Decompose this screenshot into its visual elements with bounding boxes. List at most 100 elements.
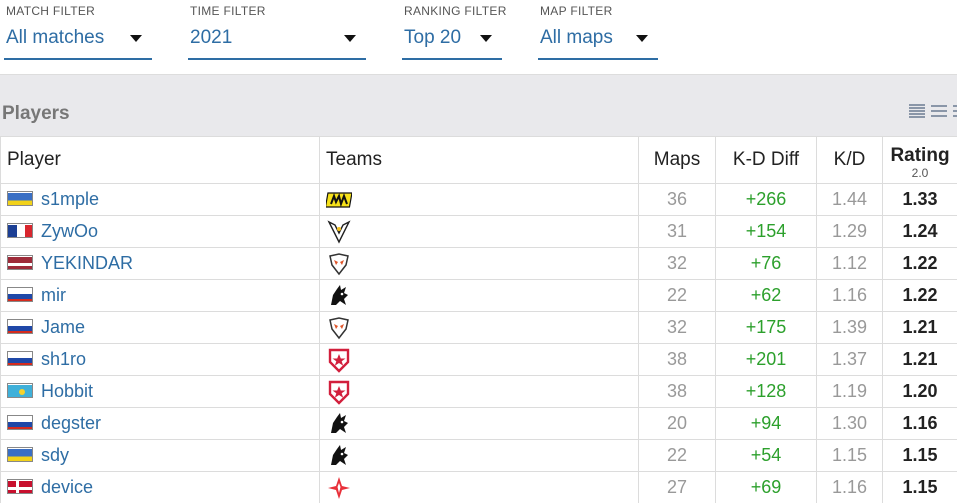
latvia-flag-icon bbox=[7, 255, 33, 270]
maps-cell: 38 bbox=[638, 375, 716, 408]
rating-cell: 1.33 bbox=[882, 183, 957, 216]
kd-cell: 1.37 bbox=[816, 343, 883, 376]
chevron-down-icon[interactable] bbox=[636, 35, 648, 42]
match-filter-label: MATCH FILTER bbox=[6, 4, 96, 18]
maps-cell: 32 bbox=[638, 311, 716, 344]
maps-cell: 22 bbox=[638, 279, 716, 312]
kd-cell: 1.15 bbox=[816, 439, 883, 472]
player-name-link[interactable]: YEKINDAR bbox=[41, 253, 133, 273]
kd-diff-cell: +154 bbox=[715, 215, 817, 248]
time-filter[interactable]: TIME FILTER 2021 bbox=[184, 0, 374, 62]
match-filter-value[interactable]: All matches bbox=[6, 27, 104, 49]
kd-cell: 1.16 bbox=[816, 471, 883, 503]
table-row: sdy 22 +54 1.15 1.15 bbox=[0, 439, 957, 472]
maps-cell: 22 bbox=[638, 439, 716, 472]
table-row: degster 20 +94 1.30 1.16 bbox=[0, 407, 957, 440]
russia-flag-icon bbox=[7, 319, 33, 334]
kd-cell: 1.30 bbox=[816, 407, 883, 440]
kd-diff-cell: +69 bbox=[715, 471, 817, 503]
list-dense-icon[interactable] bbox=[909, 103, 925, 119]
kd-cell: 1.19 bbox=[816, 375, 883, 408]
player-cell[interactable]: sdy bbox=[0, 439, 320, 472]
team-cell bbox=[319, 343, 639, 376]
team-cell bbox=[319, 215, 639, 248]
column-header-rating[interactable]: Rating 2.0 bbox=[882, 136, 957, 184]
ranking-filter-underline bbox=[402, 58, 502, 60]
vitality-logo-icon[interactable] bbox=[326, 219, 352, 245]
spirit-logo-icon[interactable] bbox=[326, 443, 352, 469]
list-wide-icon[interactable] bbox=[953, 103, 957, 119]
ukraine-flag-icon bbox=[7, 447, 33, 462]
chevron-down-icon[interactable] bbox=[344, 35, 356, 42]
players-table: Player Teams Maps K-D Diff K/D Rating 2.… bbox=[0, 136, 957, 503]
player-name-link[interactable]: Jame bbox=[41, 317, 85, 337]
chevron-down-icon[interactable] bbox=[130, 35, 142, 42]
player-cell[interactable]: s1mple bbox=[0, 183, 320, 216]
column-header-player[interactable]: Player bbox=[0, 136, 320, 184]
player-name-link[interactable]: sdy bbox=[41, 445, 69, 465]
table-row: sh1ro 38 +201 1.37 1.21 bbox=[0, 343, 957, 376]
time-filter-underline bbox=[188, 58, 366, 60]
match-filter[interactable]: MATCH FILTER All matches bbox=[0, 0, 160, 62]
column-header-kd[interactable]: K/D bbox=[816, 136, 883, 184]
rating-cell: 1.15 bbox=[882, 439, 957, 472]
player-cell[interactable]: degster bbox=[0, 407, 320, 440]
kd-cell: 1.44 bbox=[816, 183, 883, 216]
player-cell[interactable]: sh1ro bbox=[0, 343, 320, 376]
player-name-link[interactable]: degster bbox=[41, 413, 101, 433]
gambit-logo-icon[interactable] bbox=[326, 379, 352, 405]
filter-bar: MATCH FILTER All matches TIME FILTER 202… bbox=[0, 0, 957, 74]
kd-diff-cell: +175 bbox=[715, 311, 817, 344]
map-filter-value[interactable]: All maps bbox=[540, 27, 613, 49]
player-name-link[interactable]: s1mple bbox=[41, 189, 99, 209]
table-row: Hobbit 38 +128 1.19 1.20 bbox=[0, 375, 957, 408]
player-cell[interactable]: YEKINDAR bbox=[0, 247, 320, 280]
table-row: ZywOo 31 +154 1.29 1.24 bbox=[0, 215, 957, 248]
table-header-row: Player Teams Maps K-D Diff K/D Rating 2.… bbox=[0, 136, 957, 184]
kd-diff-cell: +201 bbox=[715, 343, 817, 376]
ranking-filter-value[interactable]: Top 20 bbox=[404, 27, 461, 49]
column-header-maps[interactable]: Maps bbox=[638, 136, 716, 184]
astralis-logo-icon[interactable] bbox=[326, 475, 352, 501]
table-row: mir 22 +62 1.16 1.22 bbox=[0, 279, 957, 312]
list-medium-icon[interactable] bbox=[931, 103, 947, 119]
player-name-link[interactable]: device bbox=[41, 477, 93, 497]
rating-cell: 1.16 bbox=[882, 407, 957, 440]
france-flag-icon bbox=[7, 223, 33, 238]
ranking-filter-label: RANKING FILTER bbox=[404, 4, 507, 18]
rating-cell: 1.21 bbox=[882, 343, 957, 376]
kd-cell: 1.39 bbox=[816, 311, 883, 344]
player-name-link[interactable]: sh1ro bbox=[41, 349, 86, 369]
match-filter-underline bbox=[4, 58, 152, 60]
kd-diff-cell: +128 bbox=[715, 375, 817, 408]
ukraine-flag-icon bbox=[7, 191, 33, 206]
player-cell[interactable]: mir bbox=[0, 279, 320, 312]
rating-version-label: 2.0 bbox=[911, 166, 929, 180]
map-filter[interactable]: MAP FILTER All maps bbox=[534, 0, 664, 62]
gambit-logo-icon[interactable] bbox=[326, 347, 352, 373]
maps-cell: 38 bbox=[638, 343, 716, 376]
spirit-logo-icon[interactable] bbox=[326, 411, 352, 437]
chevron-down-icon[interactable] bbox=[480, 35, 492, 42]
player-name-link[interactable]: ZywOo bbox=[41, 221, 98, 241]
player-cell[interactable]: device bbox=[0, 471, 320, 503]
time-filter-value[interactable]: 2021 bbox=[190, 27, 232, 49]
kd-cell: 1.12 bbox=[816, 247, 883, 280]
player-cell[interactable]: ZywOo bbox=[0, 215, 320, 248]
player-name-link[interactable]: Hobbit bbox=[41, 381, 93, 401]
player-cell[interactable]: Jame bbox=[0, 311, 320, 344]
virtus-pro-logo-icon[interactable] bbox=[326, 315, 352, 341]
denmark-flag-icon bbox=[7, 479, 33, 494]
kd-diff-cell: +76 bbox=[715, 247, 817, 280]
virtus-pro-logo-icon[interactable] bbox=[326, 251, 352, 277]
column-header-kd-diff[interactable]: K-D Diff bbox=[715, 136, 817, 184]
player-name-link[interactable]: mir bbox=[41, 285, 66, 305]
team-cell bbox=[319, 247, 639, 280]
kd-diff-cell: +94 bbox=[715, 407, 817, 440]
maps-cell: 31 bbox=[638, 215, 716, 248]
navi-logo-icon[interactable] bbox=[324, 187, 353, 213]
player-cell[interactable]: Hobbit bbox=[0, 375, 320, 408]
spirit-logo-icon[interactable] bbox=[326, 283, 352, 309]
players-section-header: Players bbox=[0, 74, 957, 136]
ranking-filter[interactable]: RANKING FILTER Top 20 bbox=[398, 0, 508, 62]
